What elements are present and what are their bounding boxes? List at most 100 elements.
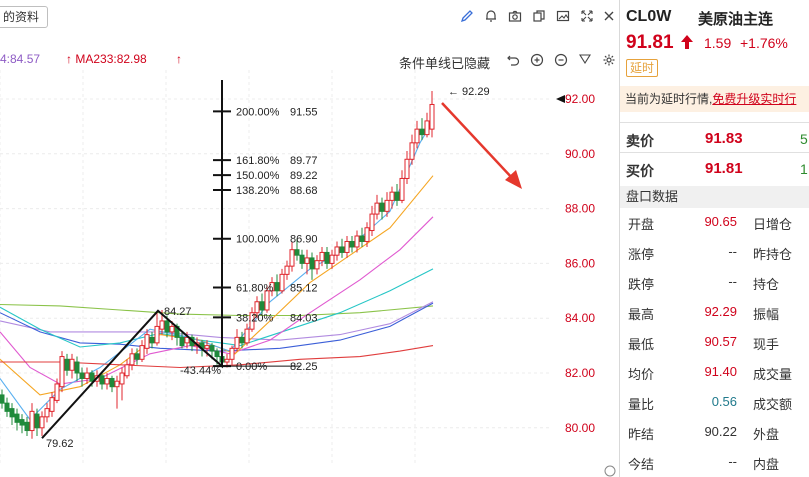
candle-up bbox=[319, 251, 325, 262]
stat-label: 均价 bbox=[628, 367, 655, 382]
candle-up bbox=[169, 325, 175, 333]
fib-value-label: 84.03 bbox=[290, 312, 318, 324]
candle-up bbox=[384, 199, 390, 212]
stat-label: 涨停 bbox=[628, 247, 655, 262]
candle-down bbox=[359, 235, 365, 242]
stat-label: 今结 bbox=[628, 457, 655, 472]
ma-line bbox=[0, 301, 434, 341]
stat-value: -- bbox=[728, 454, 737, 469]
quote-panel: CL0W 美原油主连 91.81 1.59 +1.76% 延时 当前为延时行情,… bbox=[620, 0, 809, 477]
candle-up bbox=[224, 358, 230, 363]
candle-down bbox=[24, 421, 30, 432]
bid-qty: 1 bbox=[800, 161, 808, 177]
divider bbox=[620, 122, 809, 123]
candle-down bbox=[274, 282, 280, 292]
candle-up bbox=[289, 249, 295, 267]
stat-value: 0.56 bbox=[711, 394, 737, 409]
candle-up bbox=[334, 246, 340, 256]
bid-price: 91.81 bbox=[705, 160, 743, 177]
price-change-pct: +1.76% bbox=[740, 35, 788, 51]
candle-up bbox=[304, 257, 310, 264]
fib-value-label: 88.68 bbox=[290, 185, 318, 197]
candle-up bbox=[414, 128, 420, 144]
ma-line bbox=[0, 303, 434, 317]
swing-high-label: 84.27 bbox=[164, 306, 192, 318]
stat-value: 90.65 bbox=[704, 214, 737, 229]
stat-label: 日增仓 bbox=[753, 217, 793, 232]
candle-up bbox=[44, 408, 50, 418]
candle-down bbox=[339, 246, 345, 253]
section-title: 盘口数据 bbox=[620, 186, 809, 208]
stat-label: 量比 bbox=[628, 397, 655, 412]
candle-down bbox=[209, 345, 215, 352]
price-change: 1.59 bbox=[704, 35, 732, 51]
candle-down bbox=[89, 372, 95, 382]
candle-up bbox=[234, 336, 240, 349]
y-tick-label: 88.00 bbox=[565, 202, 595, 216]
candle-down bbox=[149, 336, 155, 344]
candle-down bbox=[214, 350, 220, 358]
candle-up bbox=[409, 142, 415, 160]
delay-badge: 延时 bbox=[626, 59, 659, 77]
candle-down bbox=[134, 353, 140, 360]
upgrade-realtime-link[interactable]: 免费升级实时行 bbox=[712, 92, 796, 106]
y-tick-label: 80.00 bbox=[565, 421, 595, 435]
candle-up bbox=[424, 120, 430, 136]
ask-qty: 5 bbox=[800, 131, 808, 147]
candle-down bbox=[99, 375, 105, 385]
stat-label: 开盘 bbox=[628, 217, 655, 232]
chart-panel: 的资料 4:84.57 ↑ MA233:82.98 ↑ 条件单线已隐藏 92.0… bbox=[0, 0, 620, 477]
candle-up bbox=[364, 227, 370, 242]
candle-up bbox=[229, 347, 235, 360]
fib-pct-label: 100.00% bbox=[236, 234, 280, 246]
candle-up bbox=[374, 202, 380, 215]
fib-pct-label: 161.80% bbox=[236, 155, 280, 167]
fib-pct-label: 38.20% bbox=[236, 312, 274, 324]
candle-up bbox=[69, 358, 75, 371]
candle-down bbox=[79, 372, 85, 379]
stat-value: 90.57 bbox=[704, 334, 737, 349]
y-tick-label: 86.00 bbox=[565, 256, 595, 270]
stat-value: -- bbox=[728, 274, 737, 289]
candle-up bbox=[429, 103, 435, 130]
price-up-arrow-icon bbox=[681, 35, 693, 49]
candle-up bbox=[49, 397, 55, 412]
stat-label: 成交额 bbox=[753, 397, 793, 412]
candle-up bbox=[329, 254, 335, 264]
price-marker-icon bbox=[556, 95, 565, 103]
candle-up bbox=[129, 353, 135, 366]
price-chart[interactable]: 92.00 90.00 88.00 86.00 84.00 82.00 80.00 200.0… bbox=[0, 0, 620, 477]
stat-label: 成交量 bbox=[753, 367, 793, 382]
fib-value-label: 89.22 bbox=[290, 170, 318, 182]
candle-up bbox=[369, 213, 375, 232]
symbol-name: 美原油主连 bbox=[698, 11, 774, 28]
stat-label: 内盘 bbox=[753, 457, 780, 472]
fib-pct-label: 138.20% bbox=[236, 185, 280, 197]
candle-up bbox=[254, 301, 260, 314]
stat-value: -- bbox=[728, 244, 737, 259]
stat-label: 昨结 bbox=[628, 427, 655, 442]
fib-value-label: 89.77 bbox=[290, 155, 318, 167]
stat-label: 昨持仓 bbox=[753, 247, 793, 262]
candle-up bbox=[59, 356, 65, 388]
candle-down bbox=[74, 361, 80, 374]
candle-down bbox=[379, 202, 385, 212]
low-price-label: 79.62 bbox=[46, 438, 74, 450]
candle-up bbox=[404, 158, 410, 179]
stat-label: 持仓 bbox=[753, 277, 780, 292]
fib-value-label: 85.12 bbox=[290, 283, 318, 295]
candle-down bbox=[14, 413, 20, 423]
delay-notice-text: 当前为延时行情, bbox=[625, 92, 713, 106]
candle-down bbox=[349, 240, 355, 248]
fib-pct-label: 150.00% bbox=[236, 170, 280, 182]
stat-value: 92.29 bbox=[704, 304, 737, 319]
candle-up bbox=[389, 191, 395, 201]
candle-up bbox=[139, 345, 145, 360]
candle-up bbox=[279, 273, 285, 292]
candle-down bbox=[419, 128, 425, 136]
candle-up bbox=[54, 383, 60, 401]
retrace-pct-label: -43.44% bbox=[180, 365, 221, 377]
stat-value: 90.22 bbox=[704, 424, 737, 439]
candle-up bbox=[354, 235, 360, 248]
ma-line bbox=[0, 268, 434, 348]
